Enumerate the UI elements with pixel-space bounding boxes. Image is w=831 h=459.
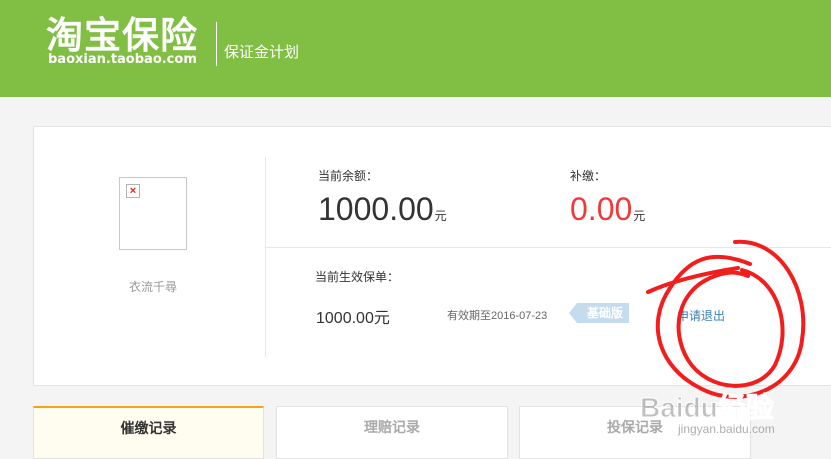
shop-name: 衣流千尋 bbox=[128, 280, 177, 294]
policy-expiry: 有效期至2016-07-23 bbox=[447, 310, 548, 322]
tab-payment-reminder-records[interactable]: 催缴记录 bbox=[33, 406, 264, 459]
tab-insurance-records[interactable]: 投保记录 bbox=[519, 406, 751, 459]
supplement-unit: 元 bbox=[633, 209, 646, 223]
site-header: 淘宝保险 baoxian.taobao.com 保证金计划 bbox=[0, 0, 831, 97]
broken-image-icon: × bbox=[126, 184, 140, 198]
plan-badge: 基础版 bbox=[568, 303, 630, 323]
balance-unit: 元 bbox=[434, 209, 447, 223]
header-subtitle: 保证金计划 bbox=[224, 44, 300, 61]
balance-label: 当前余额： bbox=[318, 169, 379, 183]
balance-value: 1000.00 bbox=[318, 191, 434, 227]
supplement-amount: 0.00元 bbox=[570, 191, 645, 234]
card-horizontal-divider bbox=[265, 247, 831, 248]
apply-exit-link[interactable]: 申请退出 bbox=[677, 307, 725, 324]
balance-amount: 1000.00元 bbox=[318, 191, 447, 234]
logo-url[interactable]: baoxian.taobao.com bbox=[48, 52, 197, 68]
card-vertical-divider bbox=[265, 157, 266, 357]
account-card: × 衣流千尋 当前余额： 1000.00元 补缴： 0.00元 当前生效保单： … bbox=[33, 126, 831, 386]
supplement-value: 0.00 bbox=[570, 191, 633, 227]
shop-avatar: × bbox=[119, 177, 187, 250]
logo-text[interactable]: 淘宝保险 bbox=[46, 16, 198, 56]
active-policy-label: 当前生效保单： bbox=[315, 270, 400, 284]
logo-divider bbox=[216, 22, 217, 66]
tab-claim-records[interactable]: 理赔记录 bbox=[276, 406, 508, 459]
supplement-label: 补缴： bbox=[570, 169, 607, 183]
policy-amount: 1000.00元 bbox=[316, 310, 390, 327]
